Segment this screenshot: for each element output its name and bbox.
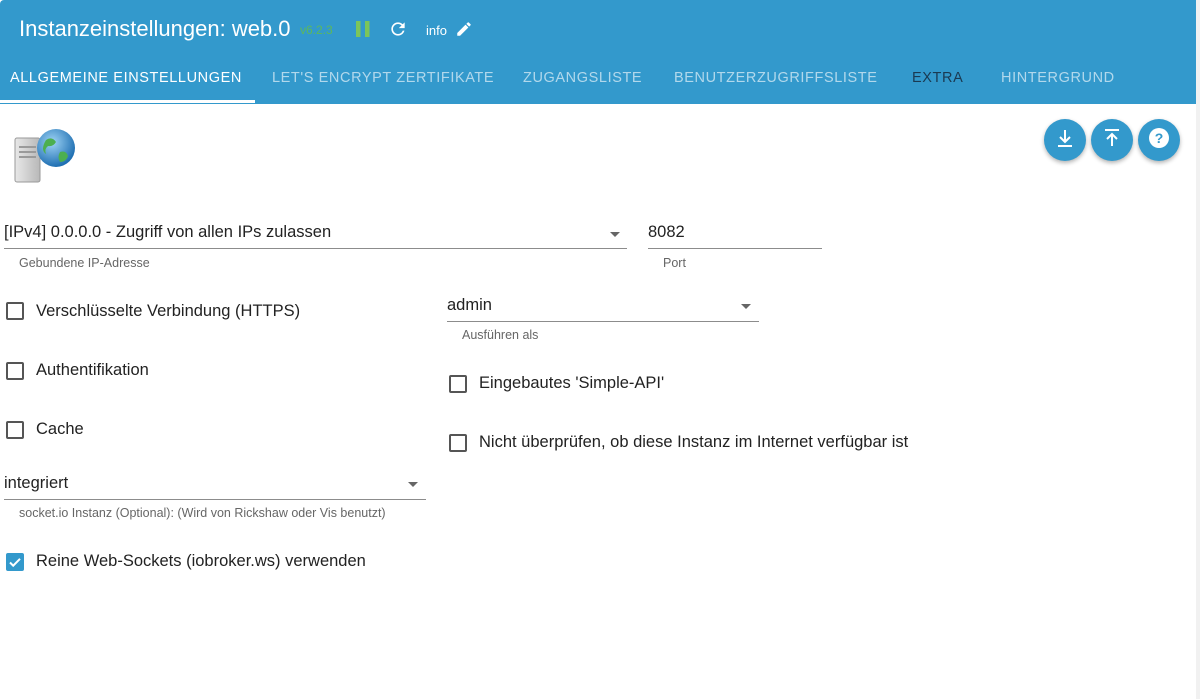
- upload-icon: [1100, 126, 1124, 155]
- bind-ip-underline: [4, 248, 627, 249]
- svg-text:?: ?: [1155, 130, 1164, 146]
- server-globe-icon: [12, 124, 76, 184]
- check-icon: [9, 558, 21, 568]
- chevron-down-icon: [408, 482, 418, 487]
- run-as-helper: Ausführen als: [462, 328, 539, 342]
- title-bar: Instanzeinstellungen: web.0 v6.2.3 info: [0, 0, 1196, 52]
- bind-ip-value: [IPv4] 0.0.0.0 - Zugriff von allen IPs z…: [4, 223, 332, 241]
- pure-ws-checkbox-box: [6, 553, 24, 571]
- pause-icon[interactable]: [354, 20, 372, 38]
- port-value: 8082: [648, 223, 685, 241]
- tab-benutzerzugriffsliste[interactable]: BENUTZERZUGRIFFSLISTE: [674, 52, 878, 104]
- cache-checkbox-box: [6, 421, 24, 439]
- help-button[interactable]: ?: [1138, 119, 1180, 161]
- version-label: v6.2.3: [300, 23, 333, 37]
- no-check-label[interactable]: Nicht überprüfen, ob diese Instanz im In…: [479, 433, 908, 452]
- port-field[interactable]: 8082 Port: [648, 223, 822, 273]
- download-button[interactable]: [1044, 119, 1086, 161]
- run-as-underline: [447, 321, 759, 322]
- simple-api-checkbox-box: [449, 375, 467, 393]
- https-checkbox-box: [6, 302, 24, 320]
- socketio-select[interactable]: integriert socket.io Instanz (Optional):…: [4, 474, 426, 524]
- cache-checkbox[interactable]: [6, 421, 24, 439]
- edit-icon[interactable]: [455, 20, 473, 38]
- socketio-value: integriert: [4, 474, 69, 492]
- upload-button[interactable]: [1091, 119, 1133, 161]
- socketio-underline: [4, 499, 426, 500]
- chevron-down-icon: [741, 304, 751, 309]
- bind-ip-helper: Gebundene IP-Adresse: [19, 256, 150, 270]
- tab-extra[interactable]: EXTRA: [912, 52, 963, 104]
- tab-allgemeine-einstellungen[interactable]: ALLGEMEINE EINSTELLUNGEN: [10, 52, 242, 104]
- port-helper: Port: [663, 256, 686, 270]
- port-underline: [648, 248, 822, 249]
- tab-zugangsliste[interactable]: ZUGANGSLISTE: [523, 52, 642, 104]
- active-tab-indicator: [0, 100, 255, 103]
- tab-lets-encrypt[interactable]: LET'S ENCRYPT ZERTIFIKATE: [272, 52, 494, 104]
- https-label[interactable]: Verschlüsselte Verbindung (HTTPS): [36, 302, 300, 321]
- reload-icon[interactable]: [388, 19, 408, 39]
- auth-label[interactable]: Authentifikation: [36, 361, 149, 380]
- no-check-checkbox-box: [449, 434, 467, 452]
- no-check-checkbox[interactable]: [449, 434, 467, 452]
- cache-label[interactable]: Cache: [36, 420, 84, 439]
- scroll-edge: [1196, 0, 1200, 699]
- download-icon: [1053, 126, 1077, 155]
- pure-ws-label[interactable]: Reine Web-Sockets (iobroker.ws) verwende…: [36, 552, 366, 571]
- info-label: info: [426, 23, 447, 38]
- run-as-value: admin: [447, 296, 492, 314]
- auth-checkbox-box: [6, 362, 24, 380]
- run-as-select[interactable]: admin Ausführen als: [447, 296, 759, 346]
- socketio-helper: socket.io Instanz (Optional): (Wird von …: [19, 506, 386, 520]
- chevron-down-icon: [610, 232, 620, 237]
- tab-bar: ALLGEMEINE EINSTELLUNGEN LET'S ENCRYPT Z…: [0, 52, 1196, 104]
- pure-ws-checkbox[interactable]: [6, 553, 24, 571]
- simple-api-label[interactable]: Eingebautes 'Simple-API': [479, 374, 664, 393]
- auth-checkbox[interactable]: [6, 362, 24, 380]
- tab-hintergrund[interactable]: HINTERGRUND: [1001, 52, 1115, 104]
- bind-ip-select[interactable]: [IPv4] 0.0.0.0 - Zugriff von allen IPs z…: [4, 223, 627, 273]
- simple-api-checkbox[interactable]: [449, 375, 467, 393]
- help-icon: ?: [1147, 126, 1171, 155]
- https-checkbox[interactable]: [6, 302, 24, 320]
- page-title: Instanzeinstellungen: web.0: [19, 16, 291, 41]
